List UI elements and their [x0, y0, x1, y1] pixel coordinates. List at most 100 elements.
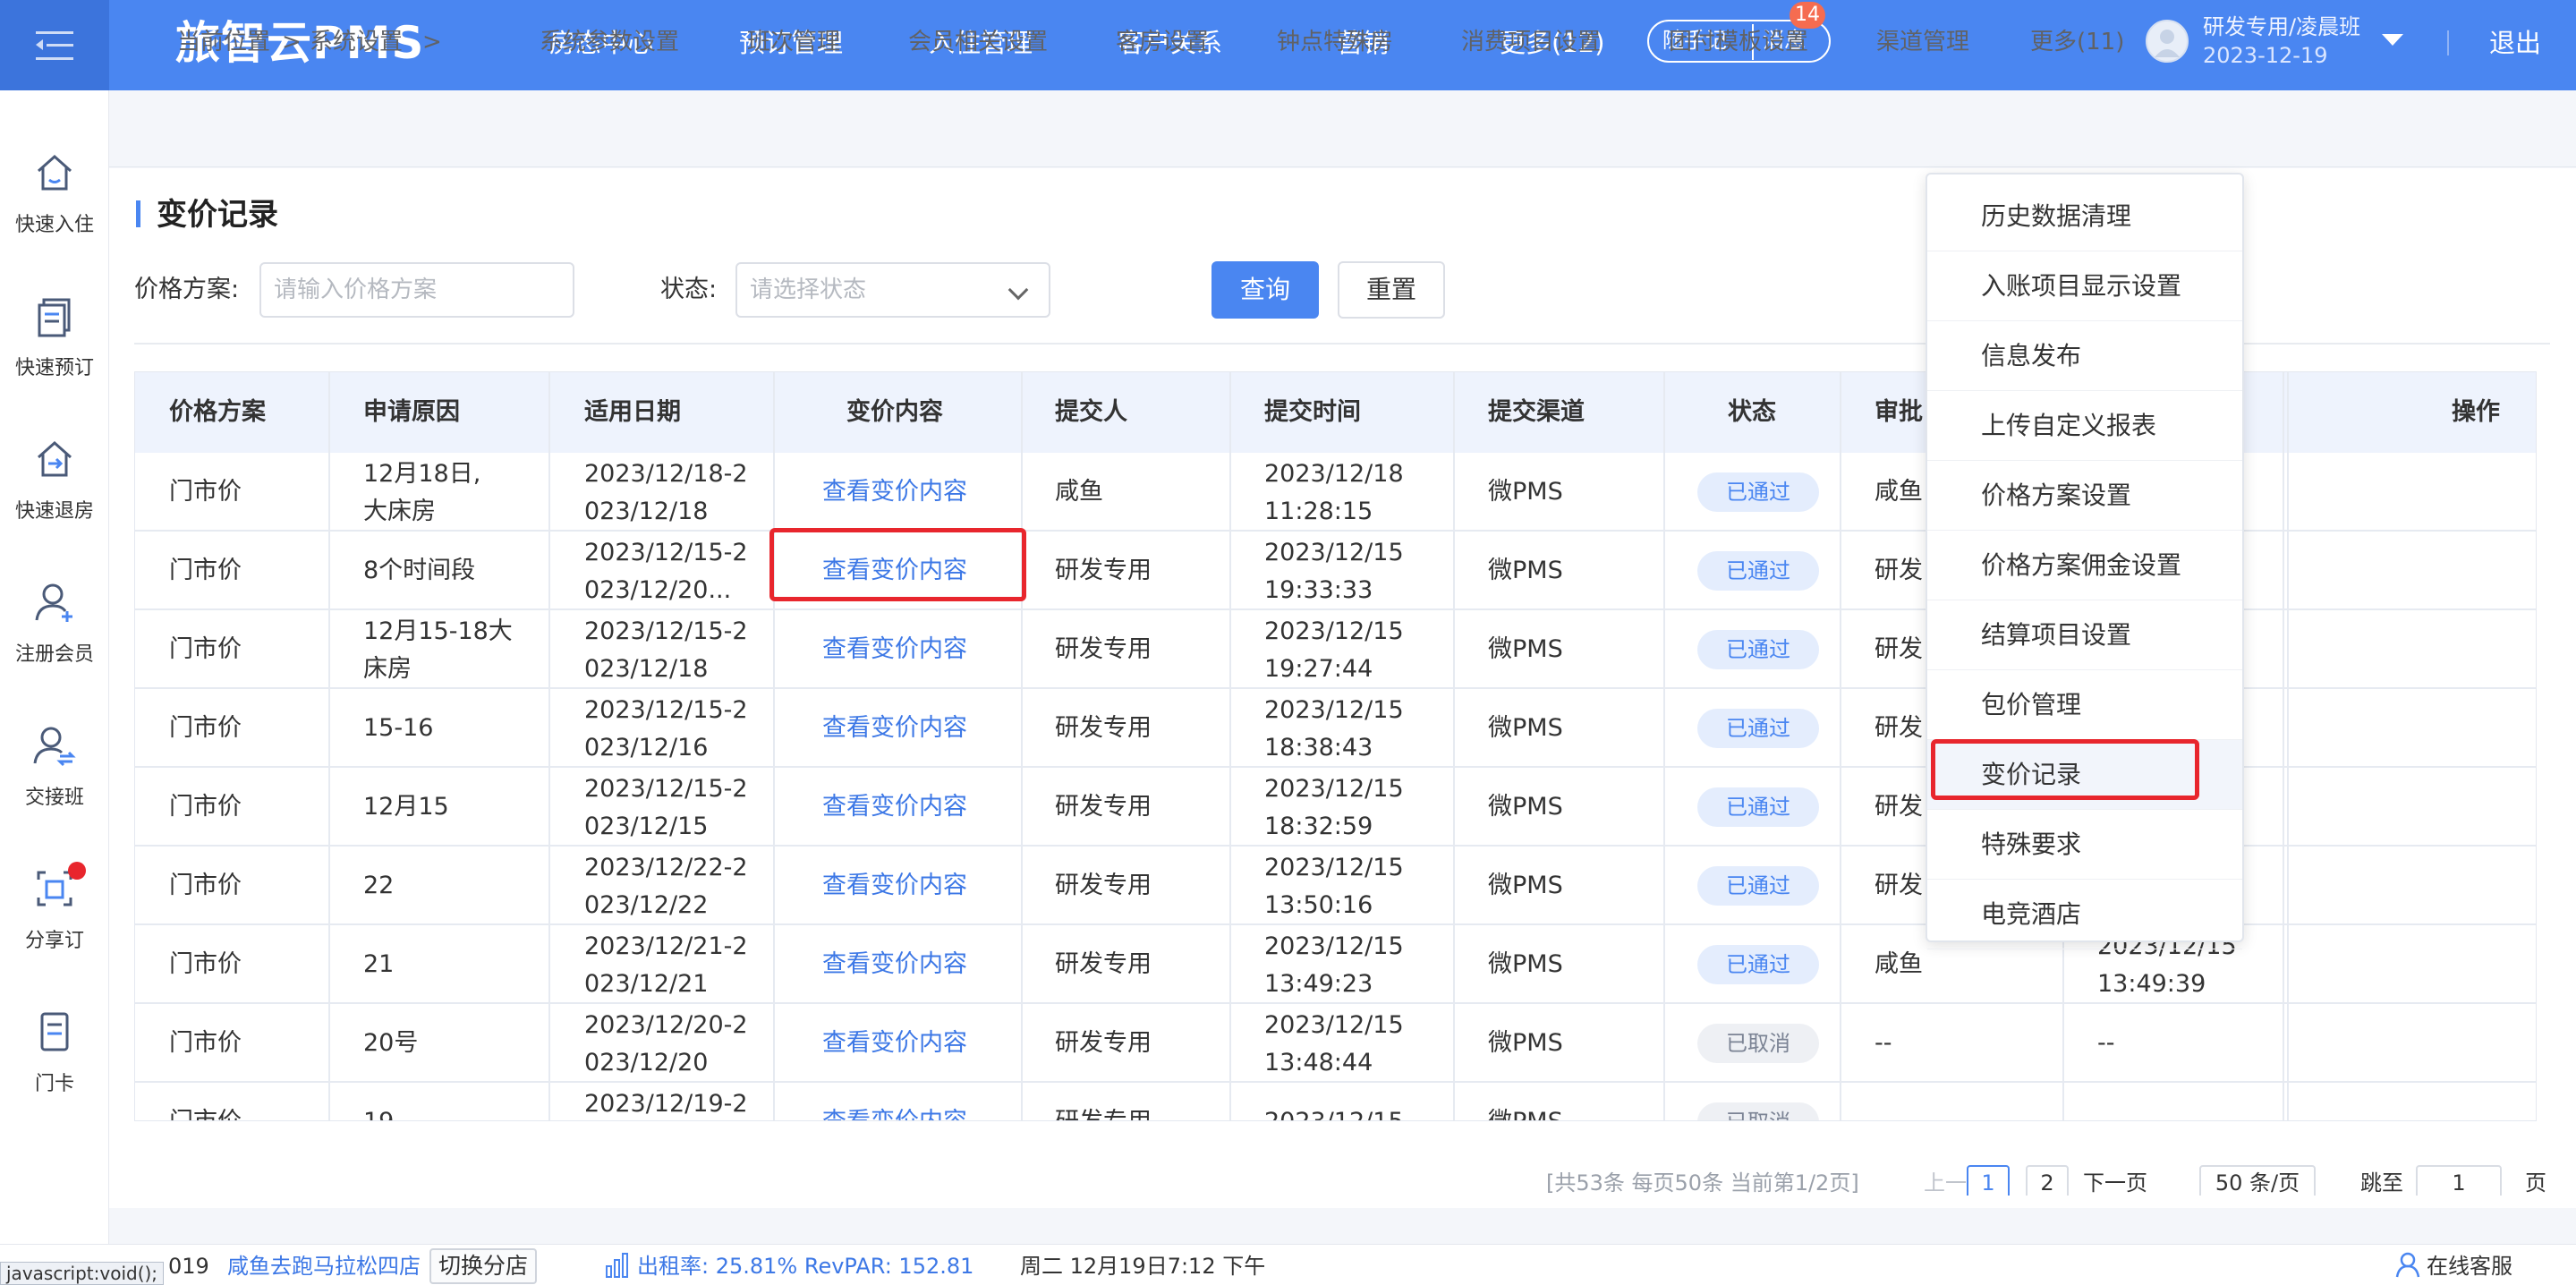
view-price-change-link[interactable]: 查看变价内容	[822, 631, 967, 668]
online-service-button[interactable]: 在线客服	[2427, 1252, 2512, 1281]
cell-reason: 15-16	[363, 714, 434, 742]
dropdown-menu-item-label: 历史数据清理	[1981, 201, 2132, 231]
reset-button[interactable]: 重置	[1338, 261, 1445, 319]
dropdown-menu-item[interactable]: 结算项目设置	[1927, 600, 2242, 670]
cell-submitter: 咸鱼	[1055, 478, 1103, 506]
user-menu-caret-icon[interactable]	[2382, 34, 2403, 46]
dropdown-menu-item[interactable]: 价格方案设置	[1927, 461, 2242, 531]
cell-submit-time-line: 2023/12/15	[1264, 1011, 1404, 1039]
avatar[interactable]	[2146, 20, 2189, 63]
subnav-more[interactable]: 更多(11)	[2030, 27, 2124, 57]
cell-approver: 研发	[1875, 872, 1923, 899]
cell-submit-time-line: 2023/12/15	[1264, 854, 1404, 881]
column-header-approver: 审批	[1875, 398, 1923, 426]
view-price-change-link[interactable]: 查看变价内容	[822, 946, 967, 983]
status-badge: 已通过	[1697, 787, 1819, 827]
dropdown-menu-item[interactable]: 包价管理	[1927, 670, 2242, 740]
cell-date-range: 2023/12/15-2 023/12/16	[584, 692, 748, 767]
goto-suffix: 页	[2525, 1170, 2546, 1196]
column-divider	[1229, 372, 1231, 1120]
breadcrumb-current-location: 当前位置	[177, 29, 271, 55]
user-name[interactable]: 研发专用/凌晨班	[2203, 13, 2360, 41]
status-label: 状态:	[660, 276, 718, 303]
price-plan-input[interactable]	[259, 262, 574, 318]
cell-submit-time: 2023/12/15 18:32:59	[1264, 770, 1404, 846]
cell-reason-line: 12月15-18大	[363, 617, 513, 645]
more-settings-dropdown: 历史数据清理入账项目显示设置 信息发布 上传自定义报表 价格方案设置 价格方案佣金设置结…	[1926, 173, 2244, 949]
column-divider	[2283, 372, 2284, 1120]
next-page-button[interactable]: 下一页	[2083, 1167, 2147, 1199]
bar-chart-icon	[606, 1253, 628, 1278]
view-price-change-link[interactable]: 查看变价内容	[822, 867, 967, 905]
column-divider	[2287, 372, 2289, 1120]
pagination-summary: [共53条 每页50条 当前第1/2页]	[1546, 1170, 1859, 1196]
dropdown-menu-item[interactable]: 价格方案佣金设置	[1927, 531, 2242, 600]
sidebar-item-register-member[interactable]: 注册会员	[0, 581, 109, 706]
dropdown-menu-item[interactable]: 历史数据清理	[1927, 182, 2242, 251]
subnav-group-template[interactable]: 团付模板设置	[1669, 27, 1808, 57]
status-badge: 已通过	[1697, 709, 1819, 748]
status-badge: 已通过	[1697, 472, 1819, 512]
cell-date-range-line: 2023/12/15-2	[584, 696, 748, 724]
dropdown-menu-item[interactable]: 入账项目显示设置	[1927, 251, 2242, 321]
cell-submit-time-line: 19:33:33	[1264, 576, 1373, 604]
cell-submit-time-line: 2023/12/15	[1264, 539, 1404, 566]
view-price-change-link[interactable]: 查看变价内容	[822, 1025, 967, 1062]
subnav-consumption-items[interactable]: 消费项目设置	[1461, 27, 1601, 57]
subnav-room-settings[interactable]: 客房设置	[1116, 27, 1209, 57]
cell-submitter: 研发专用	[1055, 557, 1152, 584]
cell-date-range: 2023/12/15-2 023/12/20...	[584, 534, 748, 609]
sidebar-item-door-card[interactable]: 门卡	[0, 1010, 109, 1136]
cell-submit-time-line: 19:27:44	[1264, 655, 1373, 683]
status-select[interactable]	[735, 262, 1050, 318]
cell-approver: 研发	[1875, 714, 1923, 742]
cell-submit-time-line: 18:38:43	[1264, 734, 1373, 762]
menu-toggle-button[interactable]	[0, 0, 109, 90]
sidebar-item-quick-checkout[interactable]: 快速退房	[0, 438, 109, 563]
sidebar-item-shift-handover[interactable]: 交接班	[0, 724, 109, 849]
logout-button[interactable]: 退出	[2489, 25, 2541, 61]
column-header-submitter: 提交人	[1055, 398, 1127, 426]
cell-date-range: 2023/12/19-2	[584, 1085, 748, 1120]
occupancy-revpar[interactable]: 出租率: 25.81% RevPAR: 152.81	[637, 1252, 973, 1281]
subnav-member-settings[interactable]: 会员相关设置	[908, 27, 1048, 57]
cell-submit-time: 2023/12/15	[1264, 1103, 1404, 1120]
cell-date-range-line: 023/12/20...	[584, 576, 732, 604]
sidebar-item-quick-booking[interactable]: 快速预订	[0, 294, 109, 420]
cell-submit-time-line: 13:49:23	[1264, 970, 1373, 998]
cell-date-range-line: 2023/12/18-2	[584, 460, 748, 488]
cell-channel: 微PMS	[1488, 1103, 1563, 1120]
dropdown-menu-item[interactable]: 上传自定义报表	[1927, 391, 2242, 461]
view-price-change-link[interactable]: 查看变价内容	[822, 710, 967, 747]
sidebar-item-quick-checkin[interactable]: 快速入住	[0, 151, 109, 277]
share-order-notification-dot	[68, 862, 86, 880]
subnav-channel-management[interactable]: 渠道管理	[1876, 27, 1969, 57]
dropdown-menu-item[interactable]: 电竞酒店	[1927, 880, 2242, 949]
cell-reason: 19	[363, 1103, 394, 1120]
cell-approve-time: --	[2097, 1029, 2115, 1057]
cell-date-range: 2023/12/20-2 023/12/20	[584, 1007, 748, 1082]
view-price-change-link[interactable]: 查看变价内容	[822, 788, 967, 826]
breadcrumb-system-settings[interactable]: 系统设置	[310, 27, 403, 57]
view-price-change-link[interactable]: 查看变价内容	[822, 473, 967, 511]
cell-date-range-line: 2023/12/20-2	[584, 1011, 748, 1039]
subnav-hourly-room[interactable]: 钟点特殊房	[1277, 27, 1393, 57]
cell-approver: 研发	[1875, 557, 1923, 584]
breadcrumb-separator: >	[422, 29, 442, 55]
subnav-system-params[interactable]: 系统参数设置	[540, 27, 679, 57]
menu-collapse-icon	[36, 30, 73, 60]
subnav-shift-management[interactable]: 班次管理	[747, 27, 840, 57]
switch-store-button[interactable]: 切换分店	[429, 1248, 538, 1284]
query-button[interactable]: 查询	[1211, 261, 1319, 319]
cell-submitter: 研发专用	[1055, 714, 1152, 742]
sidebar-item-share-order[interactable]: 分享订	[0, 862, 109, 992]
cell-date-range-line: 023/12/15	[584, 813, 709, 840]
column-header-reason: 申请原因	[363, 398, 460, 426]
dropdown-menu-item[interactable]: 特殊要求	[1927, 810, 2242, 880]
status-badge: 已通过	[1697, 866, 1819, 906]
view-price-change-link[interactable]: 查看变价内容	[822, 1103, 967, 1120]
hotel-name-link[interactable]: 咸鱼去跑马拉松四店	[227, 1252, 421, 1281]
dropdown-menu-item[interactable]: 信息发布	[1927, 321, 2242, 391]
cell-submit-time-line: 13:48:44	[1264, 1049, 1373, 1077]
cell-date-range: 2023/12/22-2 023/12/22	[584, 849, 748, 924]
